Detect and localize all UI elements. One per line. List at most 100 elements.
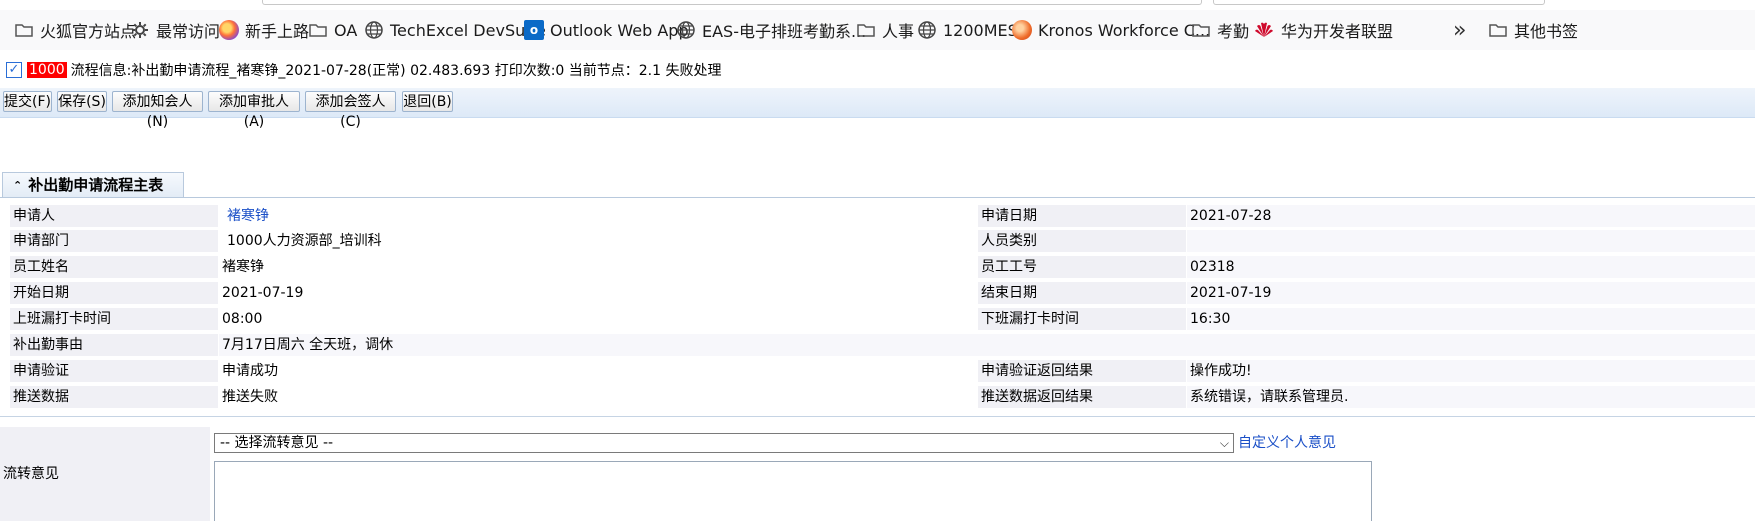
opinion-select-value: -- 选择流转意见 -- <box>220 435 334 451</box>
bookmark-label: EAS-电子排班考勤系... <box>702 22 867 41</box>
globe-icon <box>676 20 696 40</box>
push-result-label: 推送数据返回结果 <box>978 386 1186 408</box>
comment-label: 流转意见 <box>0 427 210 521</box>
chevron-down-icon: ⌵ <box>1219 436 1229 450</box>
bookmark-label: 新手上路 <box>245 22 310 41</box>
bookmark-label: TechExcel DevSuite <box>390 20 546 40</box>
add-cosigner-button[interactable]: 添加会签人(C) <box>305 91 396 130</box>
bookmark-label: 华为开发者联盟 <box>1281 22 1394 41</box>
globe-icon <box>364 20 384 40</box>
submit-button[interactable]: 提交(F) <box>3 91 52 112</box>
bookmark-label: 人事 <box>882 22 915 41</box>
folder-icon <box>1488 20 1508 40</box>
action-toolbar: 提交(F) 保存(S) 添加知会人(N) 添加审批人(A) 添加会签人(C) 退… <box>0 88 1755 130</box>
applicant-label: 申请人 <box>10 205 218 227</box>
apply-date-label: 申请日期 <box>978 205 1186 227</box>
opinion-select[interactable]: -- 选择流转意见 -- ⌵ <box>214 433 1234 453</box>
main-form: 申请人 褚寒铮 申请日期 2021-07-28 申请部门 1000人力资源部_培… <box>0 198 1755 418</box>
bookmark-firefox-official[interactable]: 火狐官方站点 <box>14 20 137 41</box>
folder-icon <box>1191 20 1211 40</box>
emp-no-value: 02318 <box>1187 256 1755 278</box>
flow-badge: 1000 <box>27 62 67 78</box>
gear-icon <box>130 20 150 40</box>
staff-type-value <box>1187 230 1755 252</box>
search-bar-edge <box>1213 0 1545 5</box>
custom-opinion-link[interactable]: 自定义个人意见 <box>1238 434 1336 452</box>
address-bar-edge <box>262 0 1202 5</box>
start-date-label: 开始日期 <box>10 282 218 304</box>
dept-value: 1000人力资源部_培训科 <box>219 230 977 252</box>
in-time-value: 08:00 <box>219 308 977 330</box>
bookmarks-toolbar: 火狐官方站点 最常访问 新手上路 OA TechExcel DevSuite o… <box>0 10 1755 50</box>
outlook-icon: o <box>524 20 544 40</box>
folder-icon <box>14 20 34 40</box>
out-time-value: 16:30 <box>1187 308 1755 330</box>
emp-name-label: 员工姓名 <box>10 256 218 278</box>
globe-icon <box>917 20 937 40</box>
bookmark-most-visited[interactable]: 最常访问 <box>130 20 221 41</box>
form-row: 上班漏打卡时间 08:00 下班漏打卡时间 16:30 <box>10 307 1755 331</box>
firefox-icon <box>219 20 239 40</box>
bookmark-label: 火狐官方站点 <box>40 22 137 41</box>
huawei-icon <box>1253 20 1275 40</box>
form-row: 申请人 褚寒铮 申请日期 2021-07-28 <box>10 204 1755 228</box>
comment-section: 流转意见 -- 选择流转意见 -- ⌵ 自定义个人意见 <box>0 427 1755 521</box>
flow-info: ✓ 1000 流程信息:补出勤申请流程_褚寒铮_2021-07-28(正常) 0… <box>6 60 722 80</box>
in-time-label: 上班漏打卡时间 <box>10 308 218 330</box>
bookmark-outlook[interactable]: o Outlook Web App <box>524 20 689 40</box>
more-bookmarks-icon[interactable]: » <box>1453 18 1467 43</box>
bookmark-label: 其他书签 <box>1514 22 1579 41</box>
bookmark-oa[interactable]: OA <box>308 20 357 40</box>
emp-no-label: 员工工号 <box>978 256 1186 278</box>
form-row: 员工姓名 褚寒铮 员工工号 02318 <box>10 255 1755 279</box>
add-notifier-button[interactable]: 添加知会人(N) <box>112 91 203 130</box>
dept-label: 申请部门 <box>10 230 218 252</box>
folder-icon <box>308 20 328 40</box>
bookmark-techexcel[interactable]: TechExcel DevSuite <box>364 20 546 40</box>
form-row: 补出勤事由 7月17日周六 全天班，调休 <box>10 333 1755 357</box>
save-button[interactable]: 保存(S) <box>57 91 107 112</box>
section-tab[interactable]: ⌃ 补出勤申请流程主表 <box>2 172 184 197</box>
section-title: 补出勤申请流程主表 <box>28 175 164 194</box>
bookmark-label: 考勤 <box>1217 22 1250 41</box>
opinion-textarea[interactable] <box>214 461 1372 521</box>
reason-label: 补出勤事由 <box>10 334 218 356</box>
bookmark-1200mes[interactable]: 1200MES <box>917 20 1018 40</box>
bookmark-kronos[interactable]: Kronos Workforce C... <box>1012 20 1210 40</box>
bookmark-label: Outlook Web App <box>550 20 689 40</box>
out-time-label: 下班漏打卡时间 <box>978 308 1186 330</box>
bookmark-label: OA <box>334 20 358 40</box>
verify-result-value: 操作成功! <box>1187 360 1755 382</box>
bookmark-hr[interactable]: 人事 <box>856 20 915 41</box>
reason-value: 7月17日周六 全天班，调休 <box>219 334 1755 356</box>
verify-label: 申请验证 <box>10 360 218 382</box>
form-row: 推送数据 推送失败 推送数据返回结果 系统错误，请联系管理员. <box>10 385 1755 409</box>
verify-value: 申请成功 <box>219 360 977 382</box>
bookmark-getting-started[interactable]: 新手上路 <box>219 20 310 41</box>
emp-name-value: 褚寒铮 <box>219 256 977 278</box>
bookmark-label: Kronos Workforce C... <box>1038 20 1211 40</box>
end-date-label: 结束日期 <box>978 282 1186 304</box>
bookmark-eas[interactable]: EAS-电子排班考勤系... <box>676 20 867 41</box>
form-divider <box>0 416 1755 417</box>
form-row: 申请验证 申请成功 申请验证返回结果 操作成功! <box>10 359 1755 383</box>
return-button[interactable]: 退回(B) <box>402 91 453 112</box>
staff-type-label: 人员类别 <box>978 230 1186 252</box>
applicant-link[interactable]: 褚寒铮 <box>222 208 269 224</box>
push-result-value: 系统错误，请联系管理员. <box>1187 386 1755 408</box>
flow-info-text: 流程信息:补出勤申请流程_褚寒铮_2021-07-28(正常) 02.483.6… <box>70 63 722 79</box>
kronos-icon <box>1012 20 1032 40</box>
bookmark-label: 最常访问 <box>156 22 221 41</box>
start-date-value: 2021-07-19 <box>219 282 977 304</box>
add-approver-button[interactable]: 添加审批人(A) <box>208 91 300 130</box>
bookmark-label: 1200MES <box>943 20 1018 40</box>
form-row: 申请部门 1000人力资源部_培训科 人员类别 <box>10 229 1755 253</box>
bookmark-attendance[interactable]: 考勤 <box>1191 20 1250 41</box>
end-date-value: 2021-07-19 <box>1187 282 1755 304</box>
bookmark-other[interactable]: 其他书签 <box>1488 20 1579 41</box>
bookmark-huawei[interactable]: 华为开发者联盟 <box>1253 20 1394 41</box>
checkbox-icon[interactable]: ✓ <box>6 62 22 78</box>
form-row: 开始日期 2021-07-19 结束日期 2021-07-19 <box>10 281 1755 305</box>
apply-date-value: 2021-07-28 <box>1187 205 1755 227</box>
push-value: 推送失败 <box>219 386 977 408</box>
